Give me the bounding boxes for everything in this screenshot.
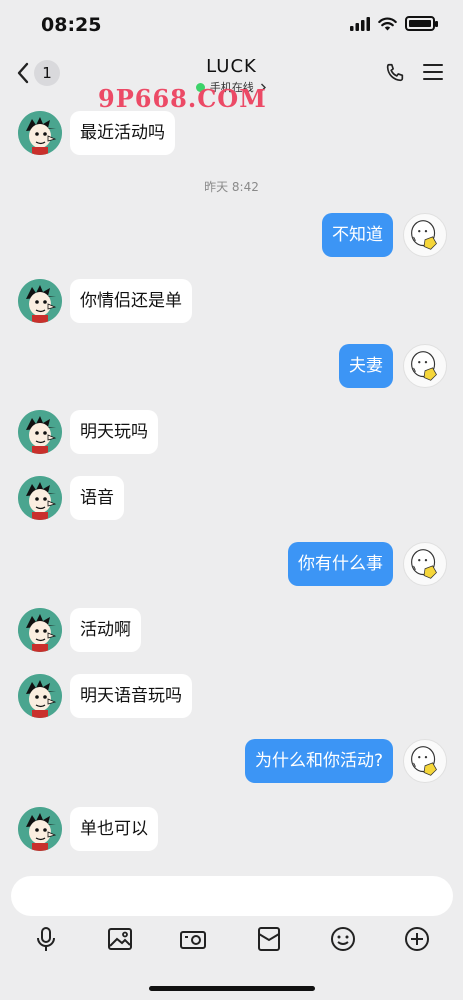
message-row: 语音 <box>18 476 124 520</box>
cartoon-avatar-icon <box>18 807 62 851</box>
status-bar: 08:25 <box>0 0 463 48</box>
image-icon <box>108 928 132 950</box>
red-packet-icon <box>258 927 280 951</box>
doodle-avatar-icon <box>411 351 437 381</box>
contact-avatar[interactable] <box>18 608 62 652</box>
voice-button[interactable] <box>31 924 61 954</box>
self-avatar[interactable] <box>403 542 447 586</box>
self-avatar[interactable] <box>403 213 447 257</box>
camera-icon <box>180 931 206 949</box>
wifi-icon <box>378 17 397 30</box>
call-button[interactable] <box>384 62 406 88</box>
message-row: 单也可以 <box>18 807 158 851</box>
status-time: 08:25 <box>41 14 102 36</box>
message-bubble[interactable]: 为什么和你活动? <box>244 739 393 783</box>
message-row: 明天玩吗 <box>18 410 158 454</box>
message-bubble[interactable]: 你有什么事 <box>288 542 393 586</box>
message-bubble[interactable]: 活动啊 <box>70 608 141 652</box>
emoji-button[interactable] <box>328 924 358 954</box>
message-row: 夫妻 <box>339 344 447 388</box>
message-bubble[interactable]: 语音 <box>70 476 124 520</box>
message-row: 明天语音玩吗 <box>18 674 192 718</box>
message-row: 最近活动吗 <box>18 111 175 155</box>
watermark: 9P668.COM <box>98 84 267 113</box>
phone-icon <box>386 63 404 82</box>
self-avatar[interactable] <box>403 344 447 388</box>
message-row: 为什么和你活动? <box>244 739 447 783</box>
message-bubble[interactable]: 夫妻 <box>339 344 393 388</box>
red-packet-button[interactable] <box>254 924 284 954</box>
more-button[interactable] <box>402 924 432 954</box>
message-row: 你有什么事 <box>288 542 447 586</box>
cartoon-avatar-icon <box>18 410 62 454</box>
message-bubble[interactable]: 你情侣还是单 <box>70 279 192 323</box>
photo-button[interactable] <box>105 924 135 954</box>
home-indicator <box>149 986 315 991</box>
message-input[interactable] <box>11 876 453 916</box>
input-toolbar <box>0 924 463 958</box>
microphone-icon <box>37 927 55 951</box>
cartoon-avatar-icon <box>18 608 62 652</box>
cartoon-avatar-icon <box>18 279 62 323</box>
self-avatar[interactable] <box>403 739 447 783</box>
contact-avatar[interactable] <box>18 476 62 520</box>
cartoon-avatar-icon <box>18 476 62 520</box>
message-row: 你情侣还是单 <box>18 279 192 323</box>
doodle-avatar-icon <box>411 549 437 579</box>
message-bubble[interactable]: 单也可以 <box>70 807 158 851</box>
contact-avatar[interactable] <box>18 111 62 155</box>
menu-button[interactable] <box>422 62 444 86</box>
signal-icon <box>350 16 370 31</box>
cartoon-avatar-icon <box>18 674 62 718</box>
battery-icon <box>405 16 438 31</box>
status-icons <box>350 16 438 31</box>
menu-icon <box>423 64 443 80</box>
plus-icon <box>405 927 429 951</box>
camera-button[interactable] <box>178 924 208 954</box>
time-divider: 昨天 8:42 <box>204 180 259 194</box>
emoji-icon <box>331 927 355 951</box>
contact-avatar[interactable] <box>18 807 62 851</box>
message-bubble[interactable]: 明天玩吗 <box>70 410 158 454</box>
cartoon-avatar-icon <box>18 111 62 155</box>
message-bubble[interactable]: 最近活动吗 <box>70 111 175 155</box>
doodle-avatar-icon <box>411 746 437 776</box>
chat-header: 1 LUCK 手机在线 9P668.COM <box>0 48 463 113</box>
contact-avatar[interactable] <box>18 279 62 323</box>
contact-avatar[interactable] <box>18 674 62 718</box>
message-row: 不知道 <box>322 213 447 257</box>
message-row: 活动啊 <box>18 608 141 652</box>
contact-avatar[interactable] <box>18 410 62 454</box>
message-bubble[interactable]: 不知道 <box>322 213 393 257</box>
doodle-avatar-icon <box>411 220 437 250</box>
message-bubble[interactable]: 明天语音玩吗 <box>70 674 192 718</box>
